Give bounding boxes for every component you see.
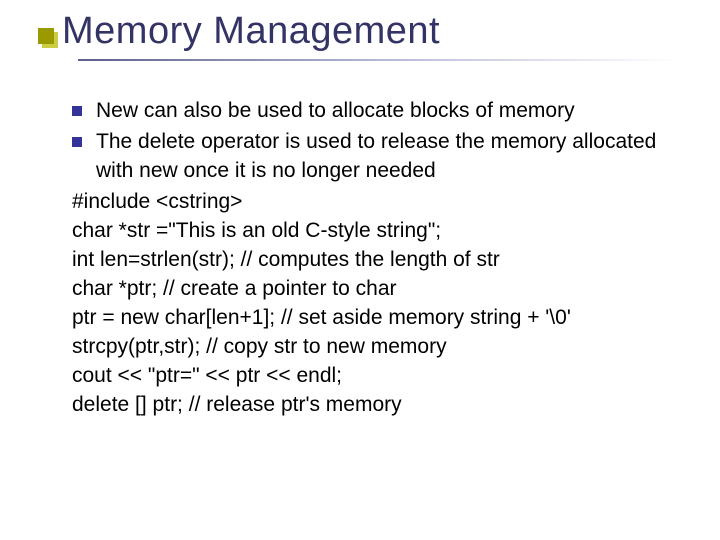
code-line: delete [] ptr; // release ptr's memory bbox=[72, 391, 682, 420]
code-line: char *str ="This is an old C-style strin… bbox=[72, 217, 682, 246]
code-line: #include <cstring> bbox=[72, 188, 682, 217]
bullet-text: New can also be used to allocate blocks … bbox=[96, 97, 682, 126]
slide: Memory Management New can also be used t… bbox=[0, 0, 720, 540]
square-bullet-icon bbox=[72, 137, 82, 147]
square-bullet-icon bbox=[72, 106, 82, 116]
code-line: ptr = new char[len+1]; // set aside memo… bbox=[72, 304, 682, 333]
bullet-text: The delete operator is used to release t… bbox=[96, 128, 682, 186]
code-line: strcpy(ptr,str); // copy str to new memo… bbox=[72, 333, 682, 362]
bullet-item: New can also be used to allocate blocks … bbox=[72, 97, 682, 126]
title-area: Memory Management bbox=[38, 10, 682, 61]
page-title: Memory Management bbox=[62, 10, 682, 53]
title-underline bbox=[78, 59, 678, 61]
code-line: cout << "ptr=" << ptr << endl; bbox=[72, 362, 682, 391]
code-line: char *ptr; // create a pointer to char bbox=[72, 275, 682, 304]
bullet-item: The delete operator is used to release t… bbox=[72, 128, 682, 186]
body-content: New can also be used to allocate blocks … bbox=[72, 97, 682, 420]
code-line: int len=strlen(str); // computes the len… bbox=[72, 246, 682, 275]
title-bullet-icon bbox=[38, 28, 54, 44]
